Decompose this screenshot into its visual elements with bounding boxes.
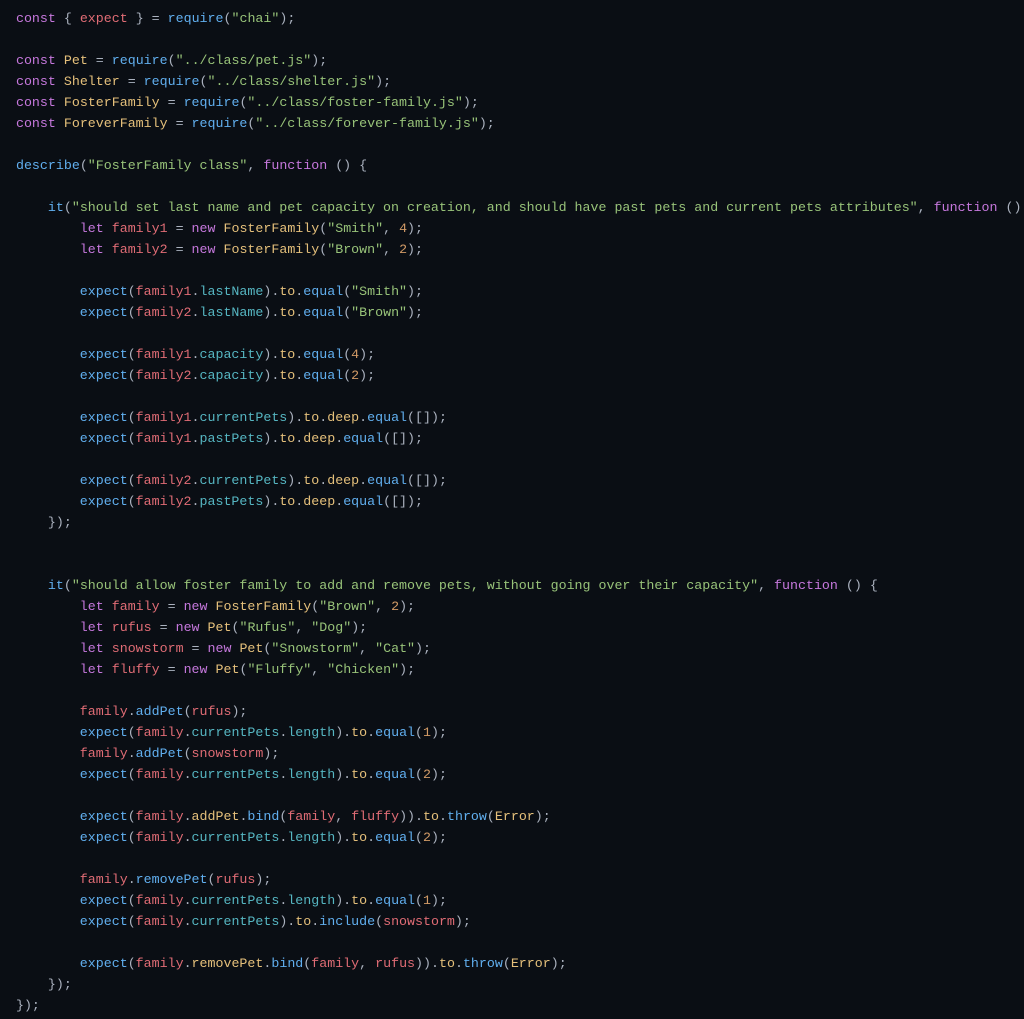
code-line: expect(family.removePet.bind(family, ruf… [0,956,567,971]
code-line: expect(family2.lastName).to.equal("Brown… [0,305,423,320]
code-line: expect(family1.currentPets).to.deep.equa… [0,410,447,425]
code-line: const Pet = require("../class/pet.js"); [0,53,327,68]
code-line: family.removePet(rufus); [0,872,271,887]
code-line: family.addPet(rufus); [0,704,247,719]
code-line: expect(family1.capacity).to.equal(4); [0,347,375,362]
code-line: expect(family.currentPets.length).to.equ… [0,767,447,782]
code-line: const ForeverFamily = require("../class/… [0,116,495,131]
code-line: expect(family.currentPets.length).to.equ… [0,893,447,908]
code-line: expect(family.currentPets.length).to.equ… [0,725,447,740]
code-line: }); [0,977,72,992]
code-line: expect(family1.lastName).to.equal("Smith… [0,284,423,299]
code-editor[interactable]: const { expect } = require("chai"); cons… [0,0,1024,1016]
code-line: }); [0,515,72,530]
code-line: const { expect } = require("chai"); [0,11,295,26]
code-line: let family = new FosterFamily("Brown", 2… [0,599,415,614]
code-line: let family1 = new FosterFamily("Smith", … [0,221,423,236]
code-line: expect(family2.capacity).to.equal(2); [0,368,375,383]
code-line: family.addPet(snowstorm); [0,746,279,761]
code-line: let fluffy = new Pet("Fluffy", "Chicken"… [0,662,415,677]
code-line: it("should allow foster family to add an… [0,578,878,593]
code-line: it("should set last name and pet capacit… [0,200,1024,215]
code-line: const Shelter = require("../class/shelte… [0,74,391,89]
code-line: let rufus = new Pet("Rufus", "Dog"); [0,620,367,635]
code-line: let snowstorm = new Pet("Snowstorm", "Ca… [0,641,431,656]
code-line: expect(family.currentPets.length).to.equ… [0,830,447,845]
code-line: describe("FosterFamily class", function … [0,158,367,173]
code-line: const FosterFamily = require("../class/f… [0,95,479,110]
code-line: expect(family.addPet.bind(family, fluffy… [0,809,551,824]
code-line: expect(family2.currentPets).to.deep.equa… [0,473,447,488]
code-line: expect(family1.pastPets).to.deep.equal([… [0,431,423,446]
code-line: }); [0,998,40,1013]
code-line: let family2 = new FosterFamily("Brown", … [0,242,423,257]
code-line: expect(family2.pastPets).to.deep.equal([… [0,494,423,509]
code-line: expect(family.currentPets).to.include(sn… [0,914,471,929]
